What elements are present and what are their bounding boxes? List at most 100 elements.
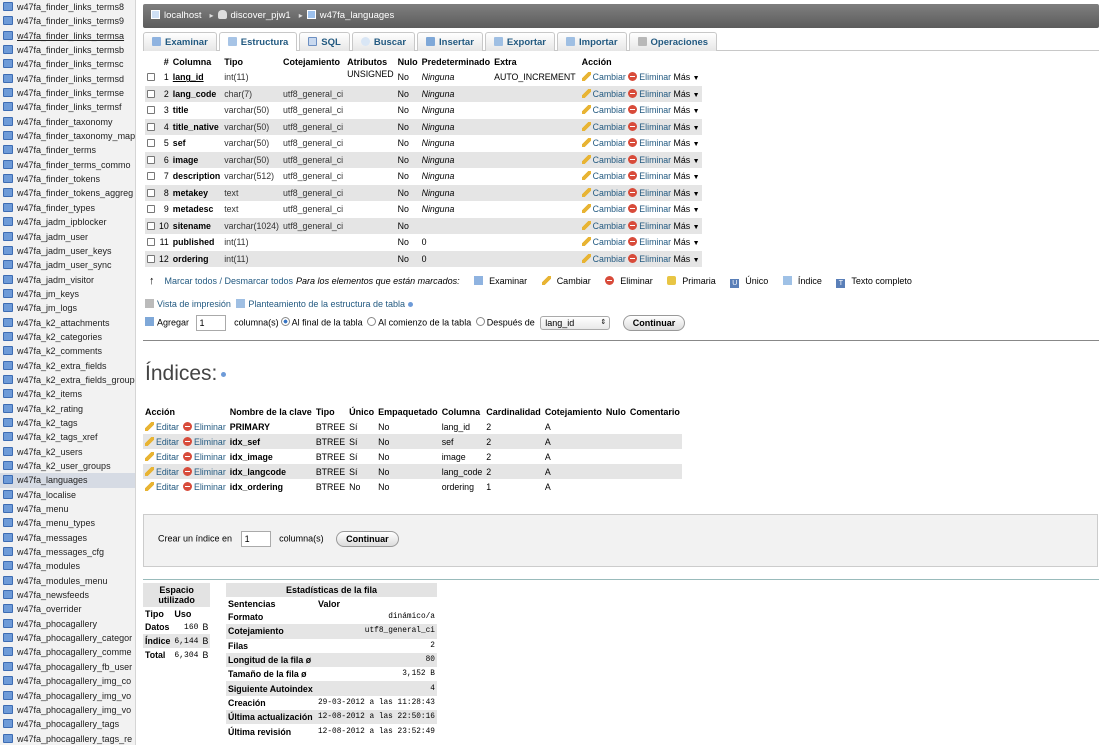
sidebar-item[interactable]: w47fa_k2_rating — [0, 402, 135, 416]
row-checkbox[interactable] — [147, 106, 155, 115]
drop-button[interactable]: Eliminar — [628, 187, 671, 198]
sidebar-item[interactable]: w47fa_finder_links_termsf — [0, 100, 135, 114]
sidebar-item[interactable]: w47fa_finder_links_terms8 — [0, 0, 135, 14]
sidebar-item[interactable]: w47fa_jadm_user_keys — [0, 244, 135, 258]
sidebar-item[interactable]: w47fa_finder_links_termsa — [0, 29, 135, 43]
tab-import[interactable]: Importar — [556, 32, 627, 51]
sidebar-item[interactable]: w47fa_messages_cfg — [0, 545, 135, 559]
sidebar-item[interactable]: w47fa_phocagallery_tags — [0, 717, 135, 731]
bulk-index-button[interactable]: Índice — [782, 276, 828, 286]
sidebar-item[interactable]: w47fa_languages — [0, 473, 135, 488]
add-count-input[interactable]: 1 — [195, 315, 226, 331]
sidebar-item[interactable]: w47fa_finder_links_terms9 — [0, 14, 135, 28]
radio-at-start[interactable] — [367, 317, 377, 327]
sidebar-item[interactable]: w47fa_finder_links_termse — [0, 86, 135, 100]
sidebar-item[interactable]: w47fa_menu — [0, 502, 135, 516]
sidebar-item[interactable]: w47fa_jadm_visitor — [0, 273, 135, 287]
sidebar-item[interactable]: w47fa_phocagallery_fb_user — [0, 660, 135, 674]
sidebar-item[interactable]: w47fa_phocagallery_categor — [0, 631, 135, 645]
sidebar-item[interactable]: w47fa_finder_taxonomy_map — [0, 129, 135, 143]
edit-index-button[interactable]: Editar — [143, 479, 181, 494]
sidebar-item[interactable]: w47fa_k2_items — [0, 387, 135, 401]
row-checkbox[interactable] — [147, 155, 155, 164]
drop-button[interactable]: Eliminar — [628, 72, 671, 82]
sidebar-item[interactable]: w47fa_k2_comments — [0, 344, 135, 358]
more-dropdown[interactable]: Más ▼ — [674, 105, 700, 115]
sidebar-item[interactable]: w47fa_finder_tokens — [0, 172, 135, 186]
sidebar-item[interactable]: w47fa_finder_terms_commo — [0, 158, 135, 172]
change-button[interactable]: Cambiar — [581, 154, 626, 165]
breadcrumb-database[interactable]: discover_pjw1 — [231, 10, 291, 21]
sidebar-item[interactable]: w47fa_finder_links_termsc — [0, 57, 135, 71]
create-index-count-input[interactable]: 1 — [240, 531, 271, 547]
radio-at-end[interactable] — [280, 317, 290, 327]
bulk-fulltext-button[interactable]: T Texto completo — [836, 276, 918, 288]
sidebar-item[interactable]: w47fa_finder_links_termsb — [0, 43, 135, 57]
edit-index-button[interactable]: Editar — [143, 434, 181, 449]
sidebar-item[interactable]: w47fa_k2_extra_fields_group — [0, 373, 135, 387]
bulk-change-button[interactable]: Cambiar — [541, 276, 597, 286]
change-button[interactable]: Cambiar — [581, 171, 626, 181]
sidebar-item[interactable]: w47fa_k2_tags — [0, 416, 135, 430]
drop-button[interactable]: Eliminar — [628, 171, 671, 181]
row-checkbox[interactable] — [147, 172, 155, 181]
print-view-link[interactable]: Vista de impresión — [157, 299, 231, 309]
tab-structure[interactable]: Estructura — [218, 32, 298, 51]
drop-index-button[interactable]: Eliminar — [180, 434, 228, 449]
sidebar-item[interactable]: w47fa_k2_user_groups — [0, 459, 135, 473]
row-checkbox[interactable] — [147, 139, 155, 148]
sidebar-item[interactable]: w47fa_messages — [0, 531, 135, 545]
tab-export[interactable]: Exportar — [484, 32, 555, 51]
tab-operations[interactable]: Operaciones — [628, 32, 718, 51]
drop-button[interactable]: Eliminar — [628, 237, 671, 247]
sidebar-item[interactable]: w47fa_finder_terms — [0, 143, 135, 157]
row-checkbox[interactable] — [147, 89, 155, 98]
change-button[interactable]: Cambiar — [581, 237, 626, 247]
more-dropdown[interactable]: Más ▼ — [674, 188, 700, 198]
sidebar-item[interactable]: w47fa_phocagallery_img_co — [0, 674, 135, 688]
bulk-drop-button[interactable]: Eliminar — [605, 276, 659, 286]
after-column-select[interactable]: lang_id ⇕ — [540, 316, 611, 330]
more-dropdown[interactable]: Más ▼ — [674, 138, 700, 148]
drop-button[interactable]: Eliminar — [628, 88, 671, 99]
sidebar-item[interactable]: w47fa_overrider — [0, 602, 135, 616]
tab-insert[interactable]: Insertar — [417, 32, 483, 51]
edit-index-button[interactable]: Editar — [143, 449, 181, 464]
sidebar-item[interactable]: w47fa_phocagallery — [0, 617, 135, 631]
more-dropdown[interactable]: Más ▼ — [674, 155, 700, 165]
drop-button[interactable]: Eliminar — [628, 121, 671, 132]
row-checkbox[interactable] — [147, 254, 155, 263]
help-icon[interactable] — [221, 371, 227, 377]
row-checkbox[interactable] — [147, 221, 155, 230]
drop-button[interactable]: Eliminar — [628, 220, 671, 231]
sidebar-item[interactable]: w47fa_k2_attachments — [0, 316, 135, 330]
more-dropdown[interactable]: Más ▼ — [674, 254, 700, 264]
sidebar-item[interactable]: w47fa_k2_categories — [0, 330, 135, 344]
tab-sql[interactable]: SQL — [299, 32, 350, 51]
sidebar-item[interactable]: w47fa_jadm_user_sync — [0, 258, 135, 272]
add-continue-button[interactable]: Continuar — [622, 315, 686, 331]
bulk-primary-button[interactable]: Primaria — [667, 276, 722, 286]
propose-structure-link[interactable]: Planteamiento de la estructura de tabla — [248, 299, 405, 309]
sidebar-item[interactable]: w47fa_finder_tokens_aggreg — [0, 186, 135, 200]
help-icon[interactable] — [407, 302, 413, 307]
sidebar-item[interactable]: w47fa_jm_logs — [0, 301, 135, 315]
change-button[interactable]: Cambiar — [581, 121, 626, 132]
drop-button[interactable]: Eliminar — [628, 154, 671, 165]
sidebar-item[interactable]: w47fa_finder_links_termsd — [0, 72, 135, 86]
bulk-unique-button[interactable]: U Único — [730, 276, 774, 288]
tab-search[interactable]: Buscar — [351, 32, 416, 51]
edit-index-button[interactable]: Editar — [143, 464, 181, 479]
sidebar-item[interactable]: w47fa_phocagallery_img_vo — [0, 689, 135, 703]
sidebar-item[interactable]: w47fa_jadm_ipblocker — [0, 215, 135, 229]
drop-index-button[interactable]: Eliminar — [180, 464, 228, 479]
more-dropdown[interactable]: Más ▼ — [674, 122, 700, 132]
breadcrumb-server[interactable]: localhost — [164, 10, 202, 21]
tab-browse[interactable]: Examinar — [143, 32, 217, 51]
row-checkbox[interactable] — [147, 122, 155, 131]
change-button[interactable]: Cambiar — [581, 88, 626, 99]
more-dropdown[interactable]: Más ▼ — [674, 72, 700, 82]
sidebar-item[interactable]: w47fa_k2_users — [0, 445, 135, 459]
sidebar-item[interactable]: w47fa_modules — [0, 559, 135, 573]
change-button[interactable]: Cambiar — [581, 204, 626, 214]
